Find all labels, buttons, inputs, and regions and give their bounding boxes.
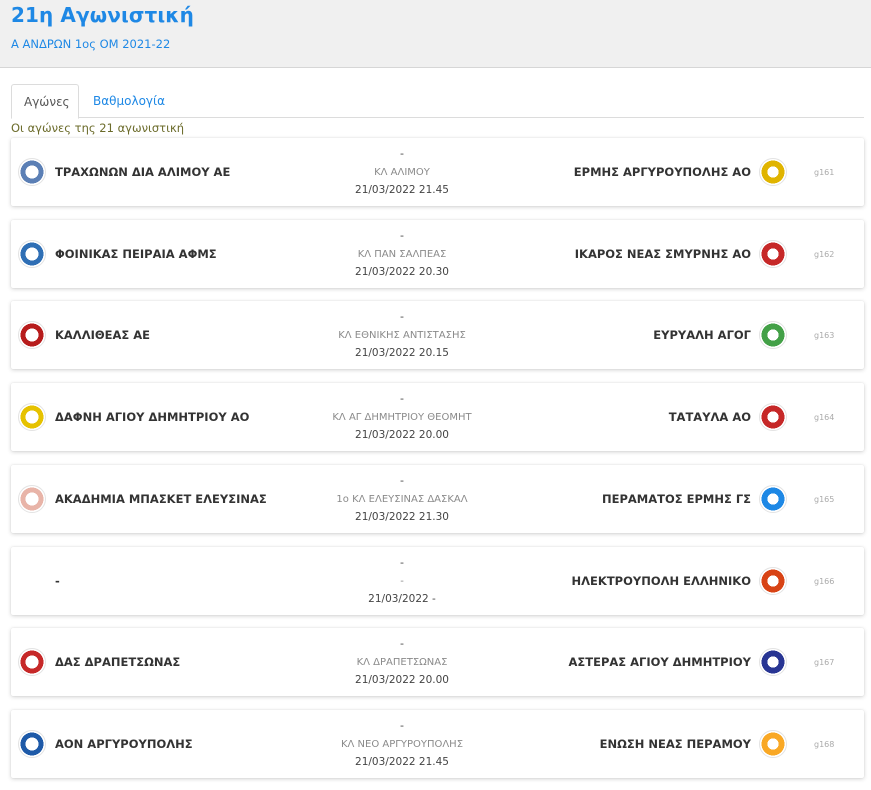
match-score: - xyxy=(400,555,404,569)
game-code: g167 xyxy=(814,658,835,668)
match-score: - xyxy=(400,473,404,487)
away-team-name[interactable]: ΕΡΜΗΣ ΑΡΓΥΡΟΥΠΟΛΗΣ ΑΟ xyxy=(574,165,751,179)
home-team-name[interactable]: ΑΚΑΔΗΜΙΑ ΜΠΑΣΚΕΤ ΕΛΕΥΣΙΝΑΣ xyxy=(55,492,267,506)
match-score: - xyxy=(400,637,404,651)
match-venue: ΚΛ ΔΡΑΠΕΤΣΩΝΑΣ xyxy=(356,657,448,669)
game-code: g168 xyxy=(814,739,835,749)
match-datetime: 21/03/2022 20.30 xyxy=(355,265,449,278)
match-card[interactable]: ΤΡΑΧΩΝΩΝ ΔΙΑ ΑΛΙΜΟΥ ΑΕ - ΚΛ ΑΛΙΜΟΥ 21/03/20… xyxy=(11,138,864,206)
match-datetime: 21/03/2022 21.45 xyxy=(355,755,449,768)
away-team-logo xyxy=(759,566,787,595)
home-team-logo xyxy=(18,403,46,432)
away-team-logo xyxy=(759,158,787,186)
away-team-logo xyxy=(759,403,787,432)
away-team-name[interactable]: ΗΛΕΚΤΡΟΥΠΟΛΗ ΕΛΛΗΝΙΚΟ xyxy=(572,574,751,588)
match-card[interactable]: ΑΚΑΔΗΜΙΑ ΜΠΑΣΚΕΤ ΕΛΕΥΣΙΝΑΣ - 1ο ΚΛ ΕΛΕΥΣΙΝ… xyxy=(11,464,864,533)
page-title: 21η Αγωνιστική xyxy=(11,3,194,27)
match-venue: 1ο ΚΛ ΕΛΕΥΣΙΝΑΣ ΔΑΣΚΑΛ xyxy=(336,493,468,505)
match-datetime: 21/03/2022 20.15 xyxy=(355,347,449,360)
match-datetime: 21/03/2022 20.00 xyxy=(355,674,449,687)
away-team-logo xyxy=(759,484,787,513)
home-team-name[interactable]: ΔΑΣ ΔΡΑΠΕΤΣΩΝΑΣ xyxy=(55,655,180,669)
home-team-name[interactable]: ΚΑΛΛΙΘΕΑΣ ΑΕ xyxy=(55,328,150,342)
tab-standings[interactable]: Βαθμολογία xyxy=(81,84,177,118)
home-team-name[interactable]: ΔΑΦΝΗ ΑΓΙΟΥ ΔΗΜΗΤΡΙΟΥ ΑΟ xyxy=(55,410,249,424)
match-venue: ΚΛ ΑΓ ΔΗΜΗΤΡΙΟΥ ΘΕΟΜΗΤ xyxy=(332,412,472,424)
game-code: g163 xyxy=(814,331,835,341)
match-venue: ΚΛ ΝΕΟ ΑΡΓΥΡΟΥΠΟΛΗΣ xyxy=(340,738,464,750)
home-team-logo xyxy=(18,648,46,677)
home-team-logo xyxy=(18,729,46,758)
match-card[interactable]: ΔΑΣ ΔΡΑΠΕΤΣΩΝΑΣ - ΚΛ ΔΡΑΠΕΤΣΩΝΑΣ 21/03/2022… xyxy=(11,628,864,697)
match-datetime: 21/03/2022 20.00 xyxy=(355,429,449,442)
away-team-logo xyxy=(759,648,787,677)
away-team-logo xyxy=(759,239,787,268)
away-team-logo xyxy=(759,729,787,758)
match-venue: - xyxy=(400,575,404,587)
away-team-name[interactable]: ΙΚΑΡΟΣ ΝΕΑΣ ΣΜΥΡΝΗΣ ΑΟ xyxy=(575,247,751,261)
game-code: g165 xyxy=(814,494,835,504)
away-team-name[interactable]: ΕΝΩΣΗ ΝΕΑΣ ΠΕΡΑΜΟΥ xyxy=(600,737,751,751)
game-code: g161 xyxy=(814,168,835,177)
home-team-logo xyxy=(18,239,46,268)
game-code: g164 xyxy=(814,413,835,423)
match-score: - xyxy=(400,147,404,160)
match-card[interactable]: ΔΑΦΝΗ ΑΓΙΟΥ ΔΗΜΗΤΡΙΟΥ ΑΟ - ΚΛ ΑΓ ΔΗΜΗΤΡΙΟΥ… xyxy=(11,383,864,452)
home-team-name[interactable]: ΤΡΑΧΩΝΩΝ ΔΙΑ ΑΛΙΜΟΥ ΑΕ xyxy=(55,165,230,179)
match-card[interactable]: ΑΟΝ ΑΡΓΥΡΟΥΠΟΛΗΣ - ΚΛ ΝΕΟ ΑΡΓΥΡΟΥΠΟΛΗΣ 21/0… xyxy=(11,709,864,778)
match-score: - xyxy=(400,392,404,406)
home-team-name[interactable]: ΦΟΙΝΙΚΑΣ ΠΕΙΡΑΙΑ ΑΦΜΣ xyxy=(55,247,217,261)
match-datetime: 21/03/2022 21.45 xyxy=(355,184,449,196)
match-card[interactable]: ΦΟΙΝΙΚΑΣ ΠΕΙΡΑΙΑ ΑΦΜΣ - ΚΛ ΠΑΝ ΣΑΛΠΕΑΣ 21/0… xyxy=(11,219,864,288)
home-team-logo xyxy=(18,321,46,350)
match-venue: ΚΛ ΕΘΝΙΚΗΣ ΑΝΤΙΣΤΑΣΗΣ xyxy=(338,330,466,342)
competition-subtitle[interactable]: Α ΑΝΔΡΩΝ 1ος ΟΜ 2021-22 xyxy=(11,37,170,51)
match-venue: ΚΛ ΑΛΙΜΟΥ xyxy=(374,167,430,178)
match-score: - xyxy=(400,228,404,242)
away-team-logo xyxy=(759,321,787,350)
away-team-name[interactable]: ΤΑΤΑΥΛΑ ΑΟ xyxy=(669,410,751,424)
home-team-logo xyxy=(18,158,46,186)
match-datetime: 21/03/2022 - xyxy=(368,592,436,605)
match-datetime: 21/03/2022 21.30 xyxy=(355,510,449,523)
game-code: g166 xyxy=(814,576,835,586)
home-team-name[interactable]: - xyxy=(55,574,60,588)
tab-matches[interactable]: Αγώνες xyxy=(11,84,79,119)
away-team-name[interactable]: ΠΕΡΑΜΑΤΟΣ ΕΡΜΗΣ ΓΣ xyxy=(602,492,751,506)
tab-bar: Αγώνες Βαθμολογία xyxy=(11,84,864,119)
home-team-name[interactable]: ΑΟΝ ΑΡΓΥΡΟΥΠΟΛΗΣ xyxy=(55,737,193,751)
match-card[interactable]: - - - 21/03/2022 - ΗΛΕΚΤΡΟΥΠΟΛΗ ΕΛΛΗΝΙΚΟ g166 xyxy=(11,546,864,615)
match-score: - xyxy=(400,310,404,324)
page-header: 21η Αγωνιστική Α ΑΝΔΡΩΝ 1ος ΟΜ 2021-22 xyxy=(0,0,871,68)
match-card[interactable]: ΚΑΛΛΙΘΕΑΣ ΑΕ - ΚΛ ΕΘΝΙΚΗΣ ΑΝΤΙΣΤΑΣΗΣ 21/03/… xyxy=(11,301,864,370)
match-venue: ΚΛ ΠΑΝ ΣΑΛΠΕΑΣ xyxy=(357,248,447,260)
home-team-logo xyxy=(18,484,46,513)
home-team-logo xyxy=(18,567,46,595)
round-intro: Οι αγώνες της 21 αγωνιστική xyxy=(11,121,185,135)
match-score: - xyxy=(400,718,404,732)
away-team-name[interactable]: ΕΥΡΥΑΛΗ ΑΓΟΓ xyxy=(653,328,751,342)
away-team-name[interactable]: ΑΣΤΕΡΑΣ ΑΓΙΟΥ ΔΗΜΗΤΡΙΟΥ xyxy=(568,655,751,669)
game-code: g162 xyxy=(814,249,835,259)
